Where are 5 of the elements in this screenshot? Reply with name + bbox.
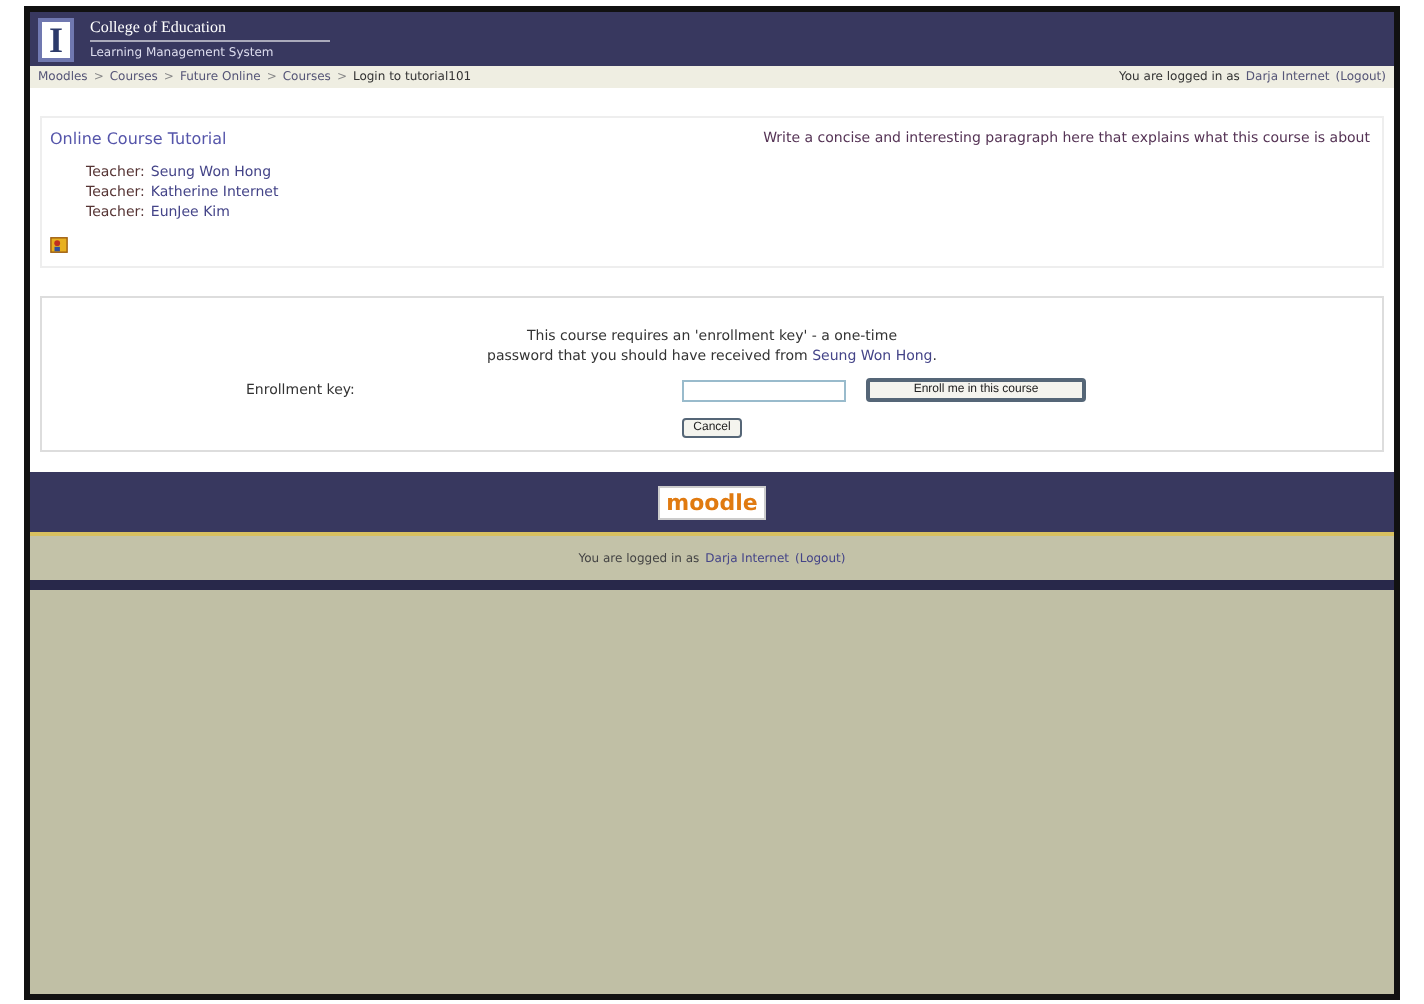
- course-title[interactable]: Online Course Tutorial: [50, 130, 279, 148]
- site-title: College of Education: [90, 18, 330, 42]
- university-logo: I: [38, 17, 74, 61]
- enrollment-key-field[interactable]: [682, 379, 846, 401]
- guest-icon: [50, 236, 68, 254]
